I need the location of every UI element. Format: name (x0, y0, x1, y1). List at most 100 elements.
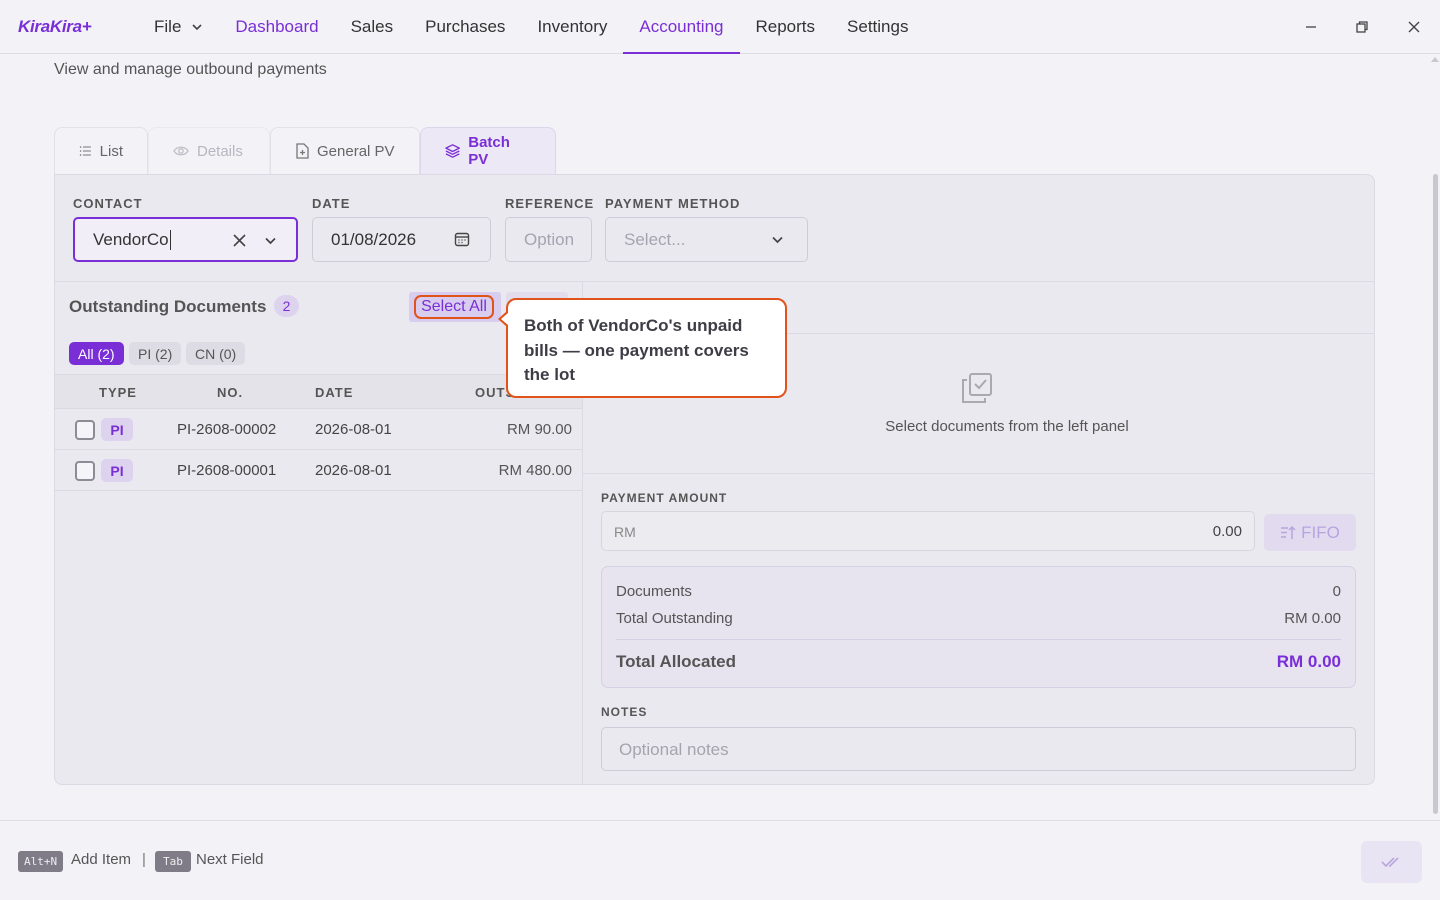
form-divider (55, 281, 1374, 282)
doc-date: 2026-08-01 (315, 462, 392, 479)
page-scrollbar[interactable] (1430, 54, 1440, 820)
documents-table-header: TYPE NO. DATE OUTS (55, 374, 582, 409)
doc-number: PI-2608-00001 (177, 462, 277, 479)
menu-accounting[interactable]: Accounting (623, 0, 740, 54)
type-badge: PI (101, 459, 133, 482)
reference-label: REFERENCE (505, 196, 595, 211)
fifo-button[interactable]: FIFO (1264, 514, 1356, 551)
shortcut-hint-add: Add Item (71, 851, 132, 868)
total-allocated-value: RM 0.00 (1276, 652, 1341, 671)
date-label: DATE (312, 196, 351, 211)
date-input[interactable]: 01/08/2026 (312, 217, 491, 262)
outstanding-title: Outstanding Documents (69, 297, 267, 316)
shortcut-separator: | (142, 851, 146, 868)
menu-inventory[interactable]: Inventory (521, 0, 623, 54)
payment-method-select[interactable]: Select... (605, 217, 808, 262)
tab-list[interactable]: List (54, 127, 148, 174)
reference-placeholder: Option (524, 229, 575, 249)
payment-method-label: PAYMENT METHOD (605, 196, 741, 211)
confirm-button[interactable] (1361, 841, 1422, 883)
fifo-label: FIFO (1301, 522, 1340, 542)
menu-reports[interactable]: Reports (740, 0, 832, 54)
notes-input[interactable]: Optional notes (601, 727, 1356, 771)
menu-sales[interactable]: Sales (335, 0, 410, 54)
eye-icon (173, 146, 189, 156)
menu-purchases[interactable]: Purchases (409, 0, 521, 54)
select-all-label: Select All (414, 295, 494, 319)
tab-batch-pv[interactable]: Batch PV (420, 127, 556, 174)
table-row[interactable]: PI PI-2608-00001 2026-08-01 RM 480.00 (55, 450, 582, 491)
col-no: NO. (217, 385, 244, 400)
minimize-button[interactable] (1286, 0, 1336, 54)
chevron-down-icon[interactable] (264, 235, 277, 247)
tab-general-pv[interactable]: General PV (270, 127, 420, 174)
summary-divider (616, 639, 1341, 640)
minimize-icon (1306, 26, 1316, 28)
scroll-thumb[interactable] (1433, 174, 1438, 814)
pv-tabs: List Details General PV Batch PV (54, 127, 556, 174)
select-all-button[interactable]: Select All (409, 292, 501, 322)
file-plus-icon (296, 143, 309, 159)
notes-label: NOTES (601, 705, 648, 719)
chevron-down-icon (192, 24, 202, 31)
contact-select[interactable]: VendorCo (73, 217, 298, 262)
contact-value: VendorCo (93, 229, 169, 249)
filter-cn[interactable]: CN (0) (186, 342, 246, 365)
doc-date: 2026-08-01 (315, 421, 392, 438)
menu-file-label: File (154, 17, 182, 36)
total-allocated-label: Total Allocated (616, 652, 736, 671)
calendar-icon[interactable] (454, 231, 470, 247)
guide-callout: Both of VendorCo's unpaid bills — one pa… (506, 298, 787, 398)
batch-pv-panel: CONTACT VendorCo DATE 01/08/2026 REFEREN… (54, 174, 1375, 785)
table-row[interactable]: PI PI-2608-00002 2026-08-01 RM 90.00 (55, 409, 582, 450)
chevron-down-icon (772, 236, 783, 244)
shortcut-footer: Alt+N Add Item | Tab Next Field (0, 820, 1440, 900)
type-badge: PI (101, 418, 133, 441)
text-caret (169, 229, 171, 250)
tab-details-label: Details (197, 142, 243, 160)
title-bar: KiraKira+ File Dashboard Sales Purchases… (0, 0, 1440, 54)
shortcut-key-tab: Tab (155, 851, 191, 872)
restore-button[interactable] (1337, 0, 1387, 54)
copy-check-icon (962, 373, 992, 403)
app-logo: KiraKira+ (18, 17, 92, 36)
callout-pointer-fill (501, 313, 508, 325)
doc-outstanding: RM 480.00 (498, 462, 572, 479)
row-checkbox[interactable] (75, 461, 95, 481)
total-outstanding-label: Total Outstanding (616, 610, 733, 627)
menu-dashboard[interactable]: Dashboard (219, 0, 334, 54)
tab-list-label: List (99, 142, 123, 160)
allocation-summary: Documents 0 Total Outstanding RM 0.00 To… (601, 566, 1356, 688)
selected-empty-text: Select documents from the left panel (885, 418, 1129, 435)
close-icon (1408, 21, 1420, 33)
date-value: 01/08/2026 (331, 229, 417, 249)
reference-input[interactable]: Option (505, 217, 592, 262)
payment-amount-label: PAYMENT AMOUNT (601, 491, 728, 505)
tab-general-pv-label: General PV (317, 142, 395, 160)
scroll-up-icon[interactable] (1431, 56, 1439, 62)
contact-label: CONTACT (73, 196, 143, 211)
shortcut-key-add: Alt+N (18, 851, 64, 872)
row-checkbox[interactable] (75, 420, 95, 440)
close-window-button[interactable] (1389, 0, 1439, 54)
col-type: TYPE (99, 385, 137, 400)
payment-amount-value: 0.00 (1212, 523, 1242, 540)
documents-count-value: 0 (1332, 583, 1341, 600)
menu-settings[interactable]: Settings (831, 0, 924, 54)
filter-pi[interactable]: PI (2) (129, 342, 182, 365)
payment-method-placeholder: Select... (624, 229, 686, 249)
col-date: DATE (315, 385, 354, 400)
outstanding-count-badge: 2 (274, 295, 299, 317)
doc-number: PI-2608-00002 (177, 421, 277, 438)
payment-amount-input[interactable]: RM 0.00 (601, 511, 1255, 551)
menu-file[interactable]: File (138, 0, 219, 54)
filter-all[interactable]: All (2) (69, 342, 124, 365)
main-menu: File Dashboard Sales Purchases Inventory… (138, 0, 924, 54)
sort-arrow-icon (1281, 525, 1296, 539)
doc-outstanding: RM 90.00 (506, 421, 572, 438)
restore-icon (1356, 21, 1368, 33)
double-check-icon (1380, 857, 1399, 868)
clear-icon[interactable] (233, 234, 246, 247)
page-subtitle: View and manage outbound payments (54, 61, 327, 78)
documents-count-label: Documents (616, 583, 692, 600)
